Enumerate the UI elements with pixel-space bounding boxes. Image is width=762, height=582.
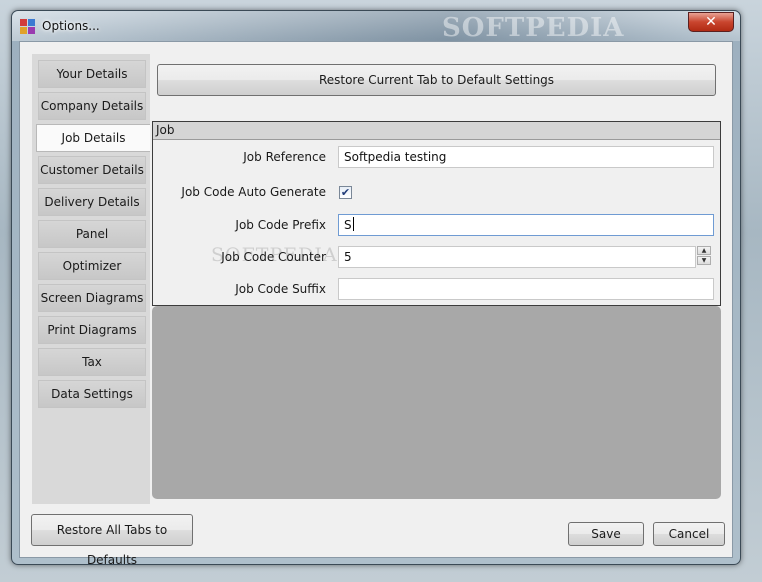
spin-down-icon: ▼: [701, 257, 707, 264]
job-code-suffix-input[interactable]: [338, 278, 714, 300]
tab-job-details[interactable]: Job Details: [36, 124, 150, 152]
restore-all-tabs-button[interactable]: Restore All Tabs to Defaults: [31, 514, 193, 567]
text-caret: [352, 217, 354, 231]
watermark: SOFTPEDIA: [442, 13, 625, 43]
preview-panel: [152, 306, 721, 499]
counter-spin-up-button[interactable]: ▲: [697, 246, 711, 255]
job-code-suffix-label: Job Code Suffix: [235, 282, 326, 296]
job-reference-label: Job Reference: [243, 150, 326, 164]
close-button[interactable]: ✕: [688, 12, 734, 32]
tab-company-details[interactable]: Company Details: [38, 92, 146, 120]
window-title: Options...: [42, 19, 100, 33]
job-code-prefix-input[interactable]: S: [338, 214, 714, 236]
tab-tax[interactable]: Tax: [38, 348, 146, 376]
options-window: Options... SOFTPEDIA ✕ Your Details Comp…: [11, 10, 741, 567]
job-group: Job Job Reference Softpedia testing Job …: [152, 121, 721, 306]
auto-generate-label: Job Code Auto Generate: [181, 185, 326, 199]
tab-data-settings[interactable]: Data Settings: [38, 380, 146, 408]
spin-up-icon: ▲: [701, 247, 707, 254]
title-bar[interactable]: Options... SOFTPEDIA ✕: [12, 11, 740, 43]
job-group-title: Job: [153, 122, 720, 140]
save-button[interactable]: Save: [568, 522, 644, 546]
counter-spin-down-button[interactable]: ▼: [697, 256, 711, 265]
tab-screen-diagrams[interactable]: Screen Diagrams: [38, 284, 146, 312]
job-code-counter-input[interactable]: 5: [338, 246, 696, 268]
tab-panel[interactable]: Panel: [38, 220, 146, 248]
cancel-button[interactable]: Cancel: [653, 522, 725, 546]
tab-optimizer[interactable]: Optimizer: [38, 252, 146, 280]
tab-your-details[interactable]: Your Details: [38, 60, 146, 88]
job-code-counter-label: Job Code Counter: [221, 250, 326, 264]
tab-delivery-details[interactable]: Delivery Details: [38, 188, 146, 216]
auto-generate-checkbox[interactable]: ✔: [339, 186, 352, 199]
tab-customer-details[interactable]: Customer Details: [38, 156, 146, 184]
tab-print-diagrams[interactable]: Print Diagrams: [38, 316, 146, 344]
prefix-value: S: [344, 218, 352, 232]
close-icon: ✕: [705, 14, 717, 30]
tab-strip: Your Details Company Details Job Details…: [32, 54, 150, 504]
check-mark-icon: ✔: [340, 186, 351, 199]
restore-current-tab-button[interactable]: Restore Current Tab to Default Settings: [157, 64, 716, 96]
app-icon: [20, 19, 36, 35]
job-code-prefix-label: Job Code Prefix: [235, 218, 326, 232]
dialog-client-area: Your Details Company Details Job Details…: [19, 41, 733, 567]
job-reference-input[interactable]: Softpedia testing: [338, 146, 714, 168]
